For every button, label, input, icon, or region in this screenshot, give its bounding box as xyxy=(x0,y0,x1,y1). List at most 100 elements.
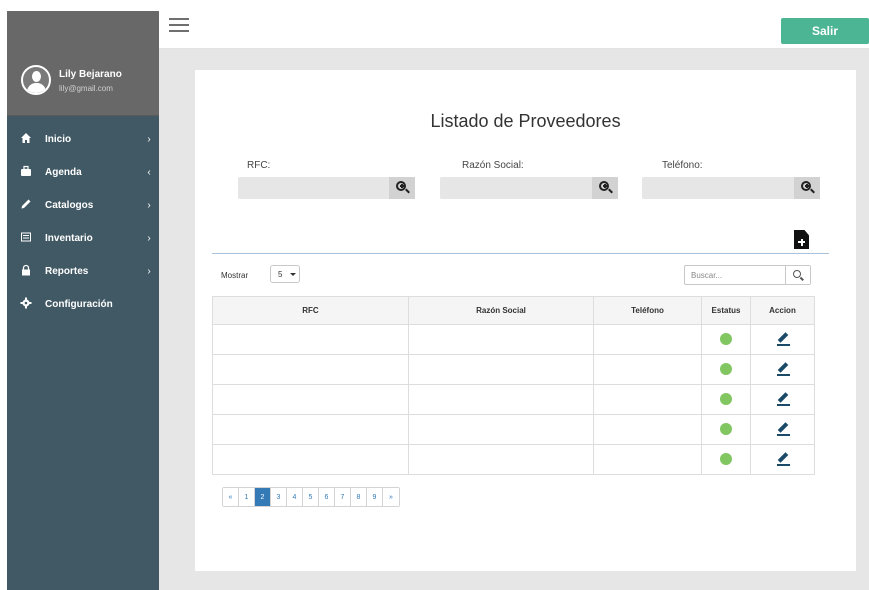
avatar-icon xyxy=(21,65,51,95)
filter-search-button-rfc[interactable] xyxy=(389,177,415,199)
cell-estatus xyxy=(701,354,751,385)
column-header-razon-social[interactable]: Razón Social xyxy=(408,296,594,325)
pagination-page-3[interactable]: 3 xyxy=(271,488,287,506)
cell-razon-social xyxy=(408,414,594,445)
sidebar-item-catalogos[interactable]: Catalogos › xyxy=(7,189,159,222)
briefcase-icon xyxy=(7,165,45,180)
user-email: lily@gmail.com xyxy=(59,84,113,93)
pagination-page-4[interactable]: 4 xyxy=(287,488,303,506)
search-input[interactable] xyxy=(685,266,785,284)
pagination-next[interactable]: » xyxy=(383,488,399,506)
cell-telefono xyxy=(593,354,702,385)
edit-icon[interactable] xyxy=(775,451,791,467)
pagination-page-2[interactable]: 2 xyxy=(255,488,271,506)
status-active-icon xyxy=(720,332,732,345)
cell-telefono xyxy=(593,444,702,475)
edit-icon[interactable] xyxy=(775,331,791,347)
home-icon xyxy=(7,132,45,147)
pagination-page-5[interactable]: 5 xyxy=(303,488,319,506)
table-header-row: RFC Razón Social Teléfono Estatus Accion xyxy=(212,296,815,325)
pagination-page-8[interactable]: 8 xyxy=(351,488,367,506)
edit-icon[interactable] xyxy=(775,391,791,407)
status-active-icon xyxy=(720,422,732,435)
sidebar-item-inicio[interactable]: Inicio › xyxy=(7,123,159,156)
cell-rfc xyxy=(212,324,409,355)
chevron-right-icon: › xyxy=(147,134,151,145)
table-row xyxy=(212,354,815,385)
sidebar-item-reportes[interactable]: Reportes › xyxy=(7,255,159,288)
sidebar: Lily Bejarano lily@gmail.com Inicio › Ag… xyxy=(7,11,159,590)
cell-estatus xyxy=(701,324,751,355)
page-size-label: Mostrar xyxy=(221,271,249,280)
status-active-icon xyxy=(720,392,732,405)
sidebar-item-inventario[interactable]: Inventario › xyxy=(7,222,159,255)
column-header-telefono[interactable]: Teléfono xyxy=(593,296,702,325)
edit-icon[interactable] xyxy=(775,361,791,377)
cell-rfc xyxy=(212,354,409,385)
column-header-accion: Accion xyxy=(750,296,815,325)
edit-icon[interactable] xyxy=(775,421,791,437)
cell-razon-social xyxy=(408,444,594,475)
user-profile: Lily Bejarano lily@gmail.com xyxy=(7,11,159,116)
filter-field-telefono[interactable] xyxy=(642,177,820,199)
cell-razon-social xyxy=(408,324,594,355)
chevron-left-icon: ‹ xyxy=(147,167,151,178)
pagination-prev[interactable]: « xyxy=(223,488,239,506)
chevron-right-icon: › xyxy=(147,266,151,277)
chevron-right-icon: › xyxy=(147,200,151,211)
top-bar: Salir xyxy=(159,11,869,49)
inventory-icon xyxy=(7,231,45,246)
cell-accion xyxy=(750,414,815,445)
table-row xyxy=(212,384,815,415)
table-row xyxy=(212,324,815,355)
sidebar-item-label: Catalogos xyxy=(45,200,94,211)
filter-label-rfc: RFC: xyxy=(247,160,271,171)
column-header-estatus[interactable]: Estatus xyxy=(701,296,751,325)
lock-icon xyxy=(7,264,45,279)
column-header-rfc[interactable]: RFC xyxy=(212,296,409,325)
cell-accion xyxy=(750,384,815,415)
pagination-page-7[interactable]: 7 xyxy=(335,488,351,506)
chevron-right-icon: › xyxy=(147,233,151,244)
sidebar-item-configuracion[interactable]: Configuración xyxy=(7,288,159,321)
filter-field-razon-social[interactable] xyxy=(440,177,618,199)
pagination: « 1 2 3 4 5 6 7 8 9 » xyxy=(222,487,400,507)
page-size-value: 5 xyxy=(278,270,283,279)
user-name: Lily Bejarano xyxy=(59,69,122,80)
logout-button[interactable]: Salir xyxy=(781,18,869,44)
sidebar-item-label: Inventario xyxy=(45,233,93,244)
gear-icon xyxy=(7,297,45,312)
cell-estatus xyxy=(701,384,751,415)
pencil-icon xyxy=(7,198,45,213)
sidebar-menu: Inicio › Agenda ‹ Catalogos › Inventario… xyxy=(7,123,159,321)
cell-estatus xyxy=(701,414,751,445)
filter-field-rfc[interactable] xyxy=(238,177,415,199)
sidebar-item-agenda[interactable]: Agenda ‹ xyxy=(7,156,159,189)
sidebar-item-label: Inicio xyxy=(45,134,72,145)
providers-table: RFC Razón Social Teléfono Estatus Accion xyxy=(212,296,815,475)
hamburger-menu-icon[interactable] xyxy=(169,18,189,34)
add-document-icon[interactable] xyxy=(794,230,809,249)
pagination-page-6[interactable]: 6 xyxy=(319,488,335,506)
cell-razon-social xyxy=(408,384,594,415)
cell-telefono xyxy=(593,324,702,355)
caret-down-icon xyxy=(290,273,296,276)
table-row xyxy=(212,414,815,445)
page-title: Listado de Proveedores xyxy=(430,111,621,131)
pagination-page-9[interactable]: 9 xyxy=(367,488,383,506)
sidebar-item-label: Reportes xyxy=(45,266,89,277)
filter-search-button-razon-social[interactable] xyxy=(592,177,618,199)
filter-label-razon-social: Razón Social: xyxy=(462,160,524,171)
cell-rfc xyxy=(212,384,409,415)
cell-rfc xyxy=(212,414,409,445)
cell-accion xyxy=(750,324,815,355)
page-size-select[interactable]: 5 xyxy=(270,265,300,283)
main-card: Listado de Proveedores RFC: Razón Social… xyxy=(195,70,856,571)
cell-rfc xyxy=(212,444,409,475)
status-active-icon xyxy=(720,452,732,465)
filter-search-button-telefono[interactable] xyxy=(794,177,820,199)
cell-telefono xyxy=(593,414,702,445)
pagination-page-1[interactable]: 1 xyxy=(239,488,255,506)
search-button[interactable] xyxy=(785,266,810,284)
sidebar-item-label: Agenda xyxy=(45,167,82,178)
